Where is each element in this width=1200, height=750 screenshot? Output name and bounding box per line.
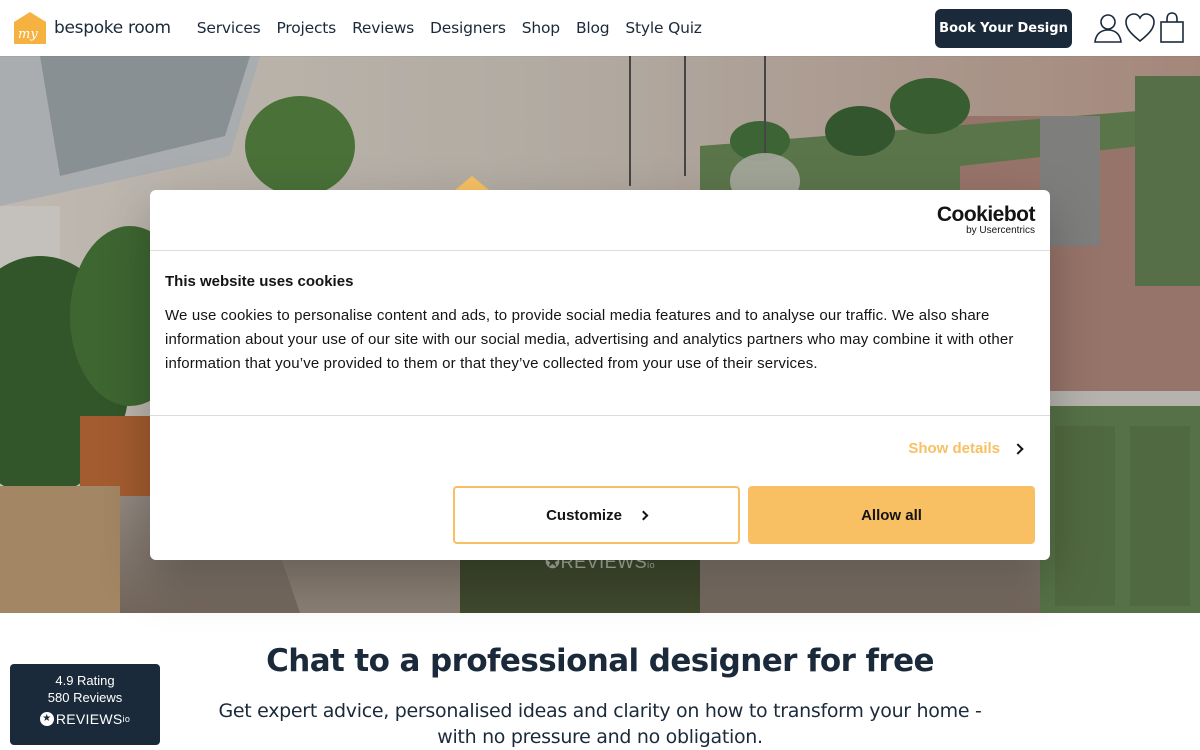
logo[interactable]: my bespoke room [12,10,171,46]
chevron-right-icon [638,510,649,520]
chevron-right-icon [1012,442,1024,455]
cookiebot-sub: by Usercentrics [966,225,1035,236]
allow-all-button[interactable]: Allow all [748,486,1035,544]
reviews-io-suffix: io [122,714,131,724]
nav-blog[interactable]: Blog [576,19,610,37]
reviews-io-logo: ★ REVIEWS io [10,711,160,727]
cookie-dialog-header: Cookiebot by Usercentrics [150,190,1050,251]
pointer-triangle [455,176,489,190]
nav-designers[interactable]: Designers [430,19,506,37]
shopping-bag-icon[interactable] [1157,12,1189,44]
show-details-link[interactable]: Show details [908,440,1024,457]
rating-value: 4.9 Rating [55,673,115,688]
book-your-design-button[interactable]: Book Your Design [935,9,1072,48]
logo-badge-text: my [18,27,38,42]
show-details-label: Show details [908,440,1000,457]
site-header: my bespoke room Services Projects Review… [0,0,1200,56]
reviews-rating-badge[interactable]: 4.9 Rating 580 Reviews ★ REVIEWS io [10,664,160,745]
logo-text: bespoke room [54,18,171,38]
main-nav: Services Projects Reviews Designers Shop… [181,19,702,37]
heart-icon[interactable] [1124,12,1156,44]
nav-projects[interactable]: Projects [277,19,337,37]
nav-services[interactable]: Services [197,19,261,37]
reviews-io-text: REVIEWS [55,711,123,727]
nav-style-quiz[interactable]: Style Quiz [625,19,702,37]
cookie-consent-dialog: Cookiebot by Usercentrics This website u… [150,190,1050,560]
cookiebot-brand: Cookiebot [936,203,1036,226]
user-icon[interactable] [1092,12,1124,44]
cookie-title: This website uses cookies [165,273,354,290]
hero-reviews-suffix: io [647,560,656,570]
nav-reviews[interactable]: Reviews [352,19,414,37]
cookie-description: We use cookies to personalise content an… [165,307,1014,372]
customize-label: Customize [546,506,622,524]
star-icon: ★ [39,712,54,726]
cookiebot-logo: Cookiebot by Usercentrics [936,203,1036,237]
rating-count: 580 Reviews [47,690,123,705]
logo-badge-icon: my [12,10,48,46]
page-subtitle: Get expert advice, personalised ideas an… [218,700,982,748]
page-title: Chat to a professional designer for free [266,643,934,679]
cookie-dialog-body: This website uses cookies We use cookies… [150,251,1050,416]
customize-button[interactable]: Customize [453,486,740,544]
nav-shop[interactable]: Shop [522,19,560,37]
